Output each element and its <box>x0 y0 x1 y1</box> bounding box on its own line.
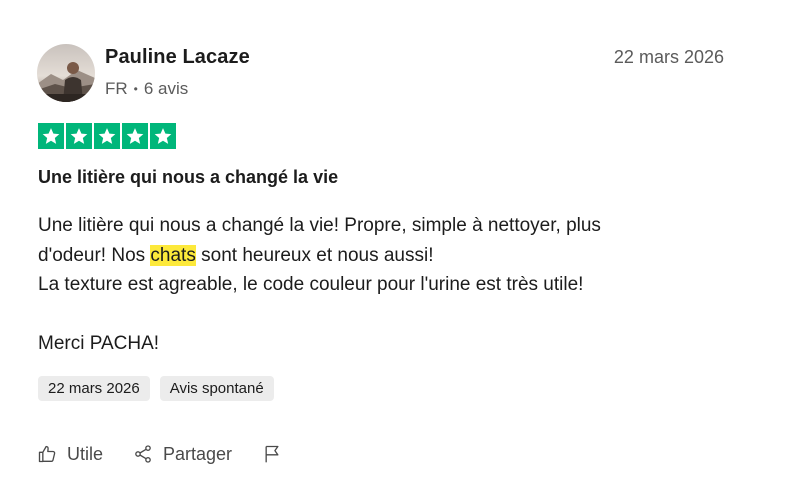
avatar-photo <box>37 44 95 102</box>
star-icon <box>122 123 148 149</box>
avatar[interactable] <box>37 44 95 102</box>
flag-icon <box>265 445 279 463</box>
share-label: Partager <box>163 443 233 464</box>
report-button[interactable] <box>262 443 282 465</box>
share-icon <box>135 445 151 463</box>
star-icon <box>150 123 176 149</box>
highlighted-keyword: chats <box>150 244 196 266</box>
review-date: 22 mars 2026 <box>613 47 724 67</box>
star-icon <box>66 123 92 149</box>
experience-date-tag: 22 mars 2026 <box>38 376 150 401</box>
review-type-tag: Avis spontané <box>159 376 274 401</box>
review-text-segment: sont heureux et nous aussi! <box>195 244 434 266</box>
review-text-segment: d'odeur! Nos <box>38 244 151 266</box>
review-body-line: d'odeur! Nos chats sont heureux et nous … <box>38 241 718 271</box>
review-tags: 22 mars 2026 Avis spontané <box>38 376 274 401</box>
author-name[interactable]: Pauline Lacaze <box>105 46 250 69</box>
review-title: Une litière qui nous a changé la vie <box>38 167 339 187</box>
star-rating <box>38 123 176 149</box>
author-review-count: 6 avis <box>143 79 189 98</box>
star-icon <box>94 123 120 149</box>
useful-label: Utile <box>67 443 104 464</box>
review-body-line: La texture est agreable, le code couleur… <box>38 274 584 295</box>
star-icon <box>38 123 64 149</box>
useful-button[interactable]: Utile <box>37 444 103 465</box>
review-actions: Utile Partager <box>37 443 312 465</box>
review-body-line: Une litière qui nous a changé la vie! Pr… <box>38 215 601 236</box>
author-country: FR <box>105 79 128 98</box>
share-button[interactable]: Partager <box>133 444 232 465</box>
review-body-line: Merci PACHA! <box>38 333 160 354</box>
author-meta: FR • 6 avis <box>105 79 188 99</box>
review-body: Une litière qui nous a changé la vie! Pr… <box>38 211 718 359</box>
thumbs-up-icon <box>38 445 56 463</box>
separator-dot: • <box>133 82 138 96</box>
